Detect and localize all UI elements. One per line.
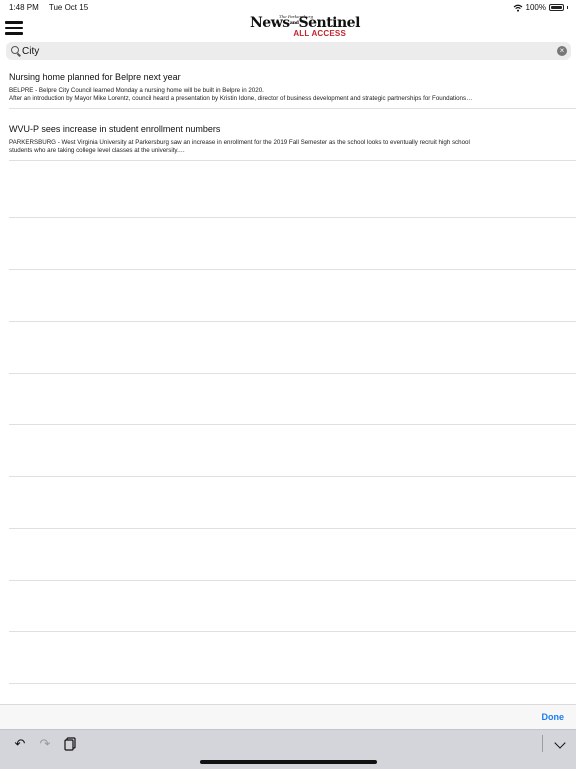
undo-icon[interactable]: ↶ — [13, 737, 27, 751]
battery-percent: 100% — [525, 3, 546, 12]
row-divider — [9, 321, 576, 322]
status-right: 100% — [513, 3, 568, 12]
row-divider — [9, 424, 576, 425]
row-divider — [9, 269, 576, 270]
logo-all-access: ALL ACCESS — [293, 29, 346, 38]
row-divider — [9, 217, 576, 218]
clear-search-icon[interactable]: × — [557, 46, 567, 56]
logo-main-text: NewsandSentinel — [250, 15, 360, 31]
status-left: 1:48 PM Tue Oct 15 — [9, 3, 96, 12]
hamburger-menu-icon[interactable] — [5, 21, 23, 35]
keyboard-accessory-bar: Done — [0, 704, 576, 730]
battery-icon — [549, 4, 564, 11]
paste-icon[interactable] — [63, 737, 77, 751]
row-divider — [9, 160, 576, 161]
news-sentinel-logo: The Parkersburg NewsandSentinel ALL ACCE… — [250, 13, 360, 39]
keyboard-shortcut-bar: ↶ ↷ — [0, 729, 576, 769]
row-divider — [9, 373, 576, 374]
toolbar-separator — [542, 735, 543, 752]
wifi-icon — [513, 4, 522, 12]
row-divider — [9, 476, 576, 477]
home-indicator — [200, 760, 377, 764]
search-icon — [11, 46, 19, 54]
battery-tip — [567, 6, 568, 9]
status-bar: 1:48 PM Tue Oct 15 100% — [0, 0, 576, 14]
row-divider — [9, 108, 576, 109]
status-time: 1:48 PM — [9, 3, 39, 12]
search-input[interactable] — [22, 43, 542, 59]
result-snippet: BELPRE - Belpre City Council learned Mon… — [9, 87, 473, 102]
status-date: Tue Oct 15 — [48, 3, 89, 12]
result-title: Nursing home planned for Belpre next yea… — [9, 72, 181, 82]
row-divider — [9, 528, 576, 529]
app-header: The Parkersburg NewsandSentinel ALL ACCE… — [0, 13, 576, 40]
row-divider — [9, 580, 576, 581]
row-divider — [9, 631, 576, 632]
search-bar[interactable]: × — [6, 42, 571, 60]
row-divider — [9, 683, 576, 684]
result-title: WVU-P sees increase in student enrollmen… — [9, 124, 221, 134]
result-item[interactable]: WVU-P sees increase in student enrollmen… — [9, 124, 567, 155]
result-item[interactable]: Nursing home planned for Belpre next yea… — [9, 72, 567, 103]
dismiss-keyboard-icon[interactable] — [554, 737, 566, 749]
redo-icon[interactable]: ↷ — [38, 737, 52, 751]
result-snippet: PARKERSBURG - West Virginia University a… — [9, 139, 470, 154]
done-button[interactable]: Done — [542, 712, 565, 722]
